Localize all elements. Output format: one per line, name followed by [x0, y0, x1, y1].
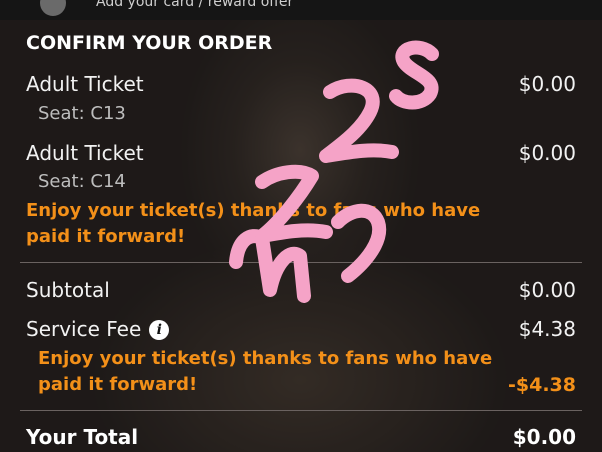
divider-1: [20, 262, 582, 263]
subtotal-value: $0.00: [518, 278, 576, 302]
order-title: CONFIRM YOUR ORDER: [26, 32, 273, 54]
fee-promo-message: Enjoy your ticket(s) thanks to fans who …: [38, 348, 493, 395]
tickets-promo-message: Enjoy your ticket(s) thanks to fans who …: [26, 200, 481, 247]
fee-discount-value: -$4.38: [508, 374, 576, 396]
ticket-1-label: Adult Ticket: [26, 72, 144, 96]
order-summary-card: CONFIRM YOUR ORDER Adult Ticket $0.00 Se…: [0, 20, 602, 452]
divider-2: [20, 410, 582, 411]
info-icon[interactable]: i: [149, 320, 170, 340]
ticket-1-seat: Seat: C13: [38, 103, 126, 124]
service-fee-label: Service Fee: [26, 317, 142, 341]
top-bar-partial-text: Add your card / reward offer: [96, 0, 294, 10]
service-fee-value: $4.38: [518, 317, 576, 341]
ticket-1-price: $0.00: [518, 72, 576, 96]
subtotal-label: Subtotal: [26, 278, 110, 302]
ticket-2-price: $0.00: [518, 141, 576, 165]
service-fee-row: Service Fee i: [26, 317, 170, 341]
ticket-2-seat: Seat: C14: [38, 171, 126, 192]
top-bar-icon: [40, 0, 66, 16]
top-bar: Add your card / reward offer: [0, 0, 602, 20]
total-value: $0.00: [512, 425, 576, 449]
ticket-2-label: Adult Ticket: [26, 141, 144, 165]
total-label: Your Total: [26, 425, 139, 449]
